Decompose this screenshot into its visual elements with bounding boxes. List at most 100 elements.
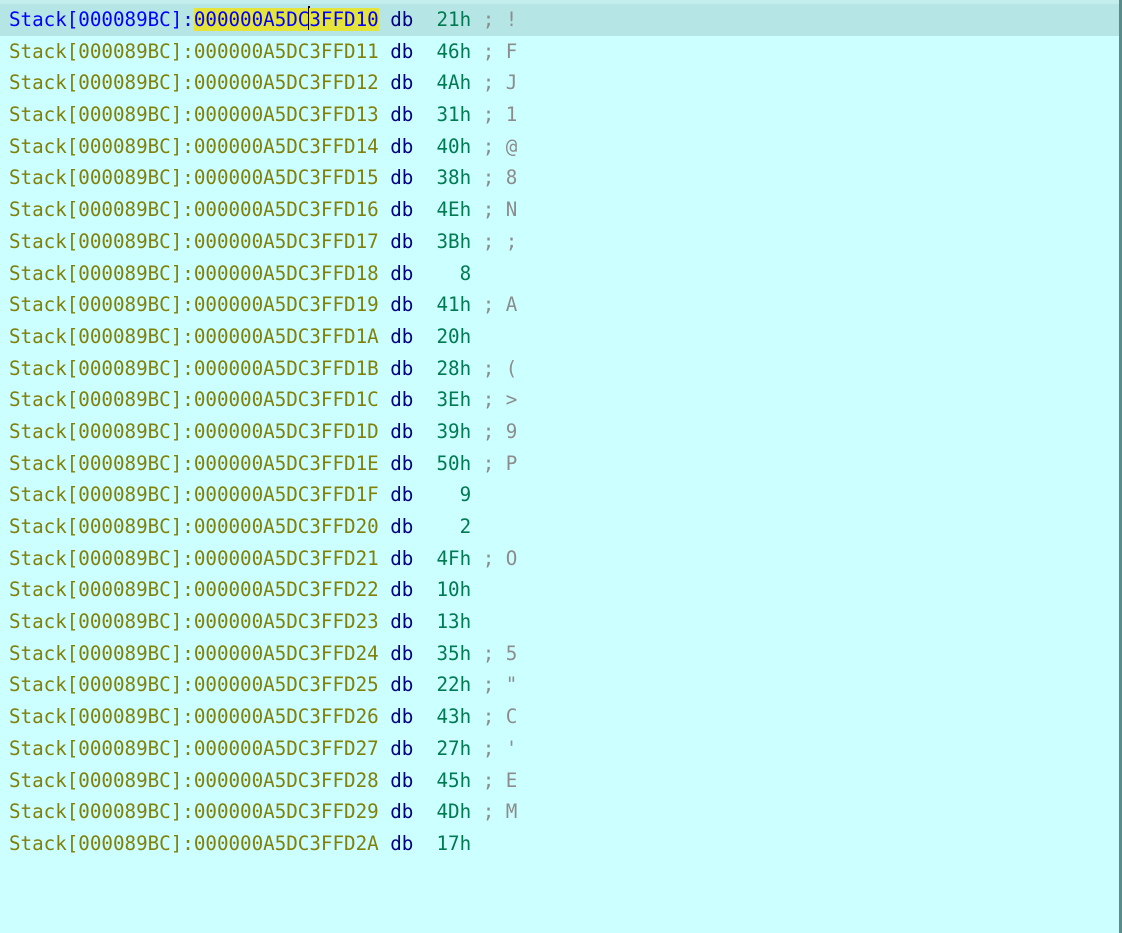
operand-value[interactable]: 39h <box>436 420 471 443</box>
operand-value[interactable]: 4Fh <box>436 547 471 570</box>
mnemonic[interactable]: db <box>390 325 413 348</box>
operand-value[interactable]: 9 <box>436 483 472 506</box>
mnemonic[interactable]: db <box>390 547 413 570</box>
segment-name[interactable]: Stack[000089BC] <box>9 452 182 475</box>
address[interactable]: 000000A5DC3FFD26 <box>194 705 379 728</box>
segment-name[interactable]: Stack[000089BC] <box>9 610 182 633</box>
segment-name[interactable]: Stack[000089BC] <box>9 800 182 823</box>
mnemonic[interactable]: db <box>390 40 413 63</box>
operand-value[interactable]: 35h <box>436 642 471 665</box>
mnemonic[interactable]: db <box>390 642 413 665</box>
mnemonic[interactable]: db <box>390 262 413 285</box>
disassembly-line[interactable]: Stack[000089BC]:000000A5DC3FFD2A db 17h <box>0 828 1122 860</box>
address[interactable]: 000000A5DC3FFD17 <box>194 230 379 253</box>
operand-value[interactable]: 31h <box>436 103 471 126</box>
address[interactable]: 000000A5DC3FFD25 <box>194 673 379 696</box>
mnemonic[interactable]: db <box>390 452 413 475</box>
address[interactable]: 000000A5DC3FFD11 <box>194 40 379 63</box>
operand-value[interactable]: 4Dh <box>436 800 471 823</box>
disassembly-line[interactable]: Stack[000089BC]:000000A5DC3FFD1E db 50h … <box>0 448 1122 480</box>
operand-value[interactable]: 28h <box>436 357 471 380</box>
segment-name[interactable]: Stack[000089BC] <box>9 357 182 380</box>
disassembly-line[interactable]: Stack[000089BC]:000000A5DC3FFD19 db 41h … <box>0 289 1122 321</box>
disassembly-line[interactable]: Stack[000089BC]:000000A5DC3FFD1F db 9 <box>0 479 1122 511</box>
segment-name[interactable]: Stack[000089BC] <box>9 832 182 855</box>
operand-value[interactable]: 46h <box>436 40 471 63</box>
segment-name[interactable]: Stack[000089BC] <box>9 578 182 601</box>
disassembly-line[interactable]: Stack[000089BC]:000000A5DC3FFD28 db 45h … <box>0 765 1122 797</box>
mnemonic[interactable]: db <box>390 8 413 31</box>
mnemonic[interactable]: db <box>390 166 413 189</box>
address[interactable]: 000000A5DC3FFD19 <box>194 293 379 316</box>
mnemonic[interactable]: db <box>390 578 413 601</box>
mnemonic[interactable]: db <box>390 515 413 538</box>
operand-value[interactable]: 22h <box>436 673 471 696</box>
disassembly-line[interactable]: Stack[000089BC]:000000A5DC3FFD11 db 46h … <box>0 36 1122 68</box>
disassembly-line-current[interactable]: Stack[000089BC]:000000A5DC3FFD10000000A5… <box>0 4 1122 36</box>
disassembly-line[interactable]: Stack[000089BC]:000000A5DC3FFD15 db 38h … <box>0 162 1122 194</box>
disassembly-line[interactable]: Stack[000089BC]:000000A5DC3FFD1A db 20h <box>0 321 1122 353</box>
operand-value[interactable]: 2 <box>436 515 472 538</box>
mnemonic[interactable]: db <box>390 483 413 506</box>
segment-name[interactable]: Stack[000089BC] <box>9 135 182 158</box>
operand-value[interactable]: 43h <box>436 705 471 728</box>
disassembly-line[interactable]: Stack[000089BC]:000000A5DC3FFD17 db 3Bh … <box>0 226 1122 258</box>
segment-name[interactable]: Stack[000089BC] <box>9 71 182 94</box>
mnemonic[interactable]: db <box>390 388 413 411</box>
address[interactable]: 000000A5DC3FFD1E <box>194 452 379 475</box>
address[interactable]: 000000A5DC3FFD24 <box>194 642 379 665</box>
segment-name[interactable]: Stack[000089BC] <box>9 388 182 411</box>
address-highlight-before-caret[interactable]: 000000A5DC <box>193 8 310 31</box>
address[interactable]: 000000A5DC3FFD20 <box>194 515 379 538</box>
operand-value[interactable]: 20h <box>436 325 471 348</box>
disassembly-line[interactable]: Stack[000089BC]:000000A5DC3FFD27 db 27h … <box>0 733 1122 765</box>
address[interactable]: 000000A5DC3FFD23 <box>194 610 379 633</box>
segment-name[interactable]: Stack[000089BC] <box>9 166 182 189</box>
address[interactable]: 000000A5DC3FFD13 <box>194 103 379 126</box>
mnemonic[interactable]: db <box>390 198 413 221</box>
operand-value[interactable]: 40h <box>436 135 471 158</box>
mnemonic[interactable]: db <box>390 357 413 380</box>
segment-name[interactable]: Stack[000089BC] <box>9 673 182 696</box>
address[interactable]: 000000A5DC3FFD2A <box>194 832 379 855</box>
mnemonic[interactable]: db <box>390 71 413 94</box>
disassembly-line[interactable]: Stack[000089BC]:000000A5DC3FFD12 db 4Ah … <box>0 67 1122 99</box>
operand-value[interactable]: 10h <box>436 578 471 601</box>
segment-name[interactable]: Stack[000089BC] <box>9 705 182 728</box>
operand-value[interactable]: 4Eh <box>436 198 471 221</box>
address[interactable]: 000000A5DC3FFD1D <box>194 420 379 443</box>
mnemonic[interactable]: db <box>390 737 413 760</box>
operand-value[interactable]: 21h <box>436 8 471 31</box>
operand-value[interactable]: 45h <box>436 769 471 792</box>
segment-name[interactable]: Stack[000089BC] <box>9 230 182 253</box>
operand-value[interactable]: 41h <box>436 293 471 316</box>
mnemonic[interactable]: db <box>390 293 413 316</box>
disassembly-line[interactable]: Stack[000089BC]:000000A5DC3FFD1B db 28h … <box>0 353 1122 385</box>
disassembly-line[interactable]: Stack[000089BC]:000000A5DC3FFD22 db 10h <box>0 574 1122 606</box>
segment-name[interactable]: Stack[000089BC] <box>9 8 182 31</box>
mnemonic[interactable]: db <box>390 135 413 158</box>
address[interactable]: 000000A5DC3FFD14 <box>194 135 379 158</box>
segment-name[interactable]: Stack[000089BC] <box>9 769 182 792</box>
operand-value[interactable]: 3Bh <box>436 230 471 253</box>
operand-value[interactable]: 50h <box>436 452 471 475</box>
segment-name[interactable]: Stack[000089BC] <box>9 40 182 63</box>
operand-value[interactable]: 17h <box>436 832 471 855</box>
address-highlight-after-caret[interactable]: 3FFD10 <box>309 8 379 31</box>
address[interactable]: 000000A5DC3FFD18 <box>194 262 379 285</box>
disassembly-line[interactable]: Stack[000089BC]:000000A5DC3FFD1D db 39h … <box>0 416 1122 448</box>
address[interactable]: 000000A5DC3FFD15 <box>194 166 379 189</box>
address[interactable]: 000000A5DC3FFD22 <box>194 578 379 601</box>
operand-value[interactable]: 4Ah <box>436 71 471 94</box>
address[interactable]: 000000A5DC3FFD21 <box>194 547 379 570</box>
address[interactable]: 000000A5DC3FFD28 <box>194 769 379 792</box>
address[interactable]: 000000A5DC3FFD29 <box>194 800 379 823</box>
segment-name[interactable]: Stack[000089BC] <box>9 325 182 348</box>
operand-value[interactable]: 27h <box>436 737 471 760</box>
segment-name[interactable]: Stack[000089BC] <box>9 642 182 665</box>
segment-name[interactable]: Stack[000089BC] <box>9 103 182 126</box>
address[interactable]: 000000A5DC3FFD12 <box>194 71 379 94</box>
disassembly-lines[interactable]: Stack[000089BC]: 000000A5DC3FFD10 000000A5… <box>0 4 1122 860</box>
operand-value[interactable]: 13h <box>436 610 471 633</box>
mnemonic[interactable]: db <box>390 610 413 633</box>
